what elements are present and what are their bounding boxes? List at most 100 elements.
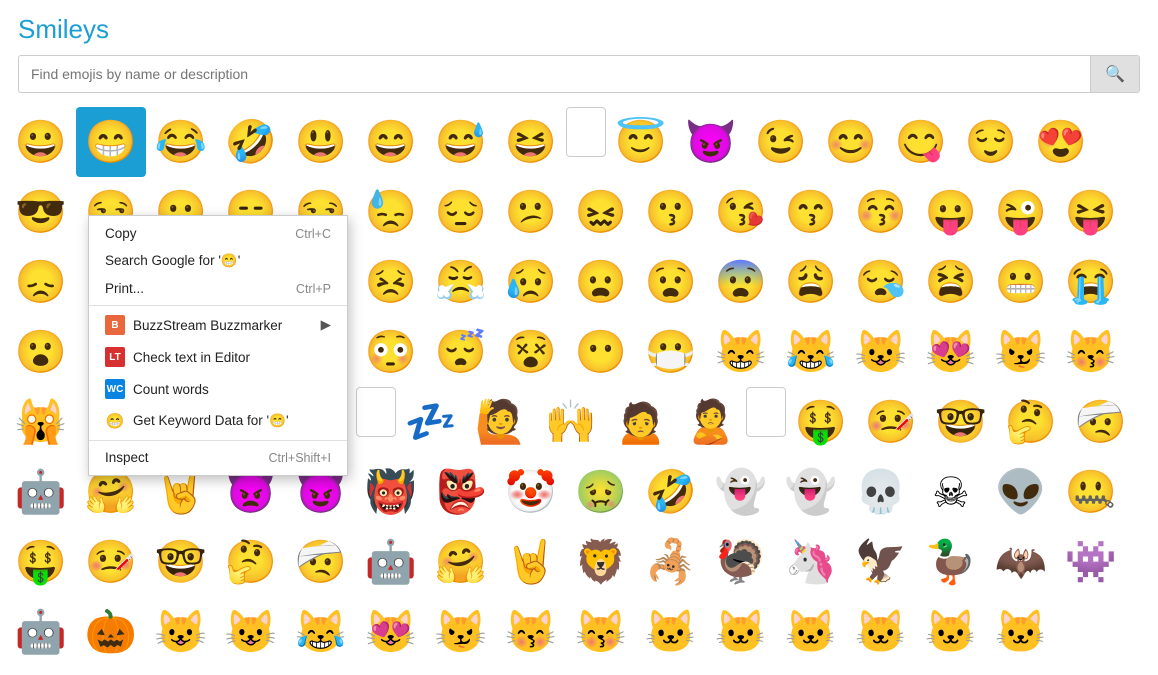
emoji-cell[interactable]: 😪 (846, 247, 916, 317)
emoji-cell[interactable]: 👺 (426, 457, 496, 527)
emoji-cell[interactable]: 😚 (846, 177, 916, 247)
emoji-cell[interactable]: 🤓 (146, 527, 216, 597)
emoji-cell[interactable]: 😨 (706, 247, 776, 317)
search-button[interactable]: 🔍 (1090, 56, 1139, 92)
emoji-cell[interactable]: 🤣 (216, 107, 286, 177)
emoji-cell[interactable]: 😕 (496, 177, 566, 247)
emoji-cell[interactable]: 😳 (356, 317, 426, 387)
cm-check-text[interactable]: LT Check text in Editor (89, 341, 347, 373)
emoji-cell[interactable]: 🤓 (926, 387, 996, 457)
emoji-cell[interactable]: 😴 (426, 317, 496, 387)
emoji-cell[interactable] (566, 107, 606, 157)
emoji-cell[interactable]: 🤔 (216, 527, 286, 597)
emoji-cell[interactable]: 🙍 (606, 387, 676, 457)
emoji-cell[interactable]: 🤒 (856, 387, 926, 457)
emoji-cell[interactable] (356, 387, 396, 437)
emoji-cell[interactable]: 👾 (1056, 527, 1126, 597)
emoji-cell[interactable]: 😺 (146, 597, 216, 667)
emoji-cell[interactable]: 😼 (426, 597, 496, 667)
emoji-cell[interactable]: 🤘 (496, 527, 566, 597)
emoji-cell[interactable]: 👻 (706, 457, 776, 527)
emoji-cell[interactable]: 💀 (846, 457, 916, 527)
emoji-cell[interactable]: 🦂 (636, 527, 706, 597)
emoji-cell[interactable]: 😶 (566, 317, 636, 387)
emoji-cell[interactable]: 🤕 (286, 527, 356, 597)
emoji-cell[interactable]: 😻 (916, 317, 986, 387)
emoji-cell[interactable]: 😽 (566, 597, 636, 667)
emoji-cell[interactable]: 😔 (426, 177, 496, 247)
cm-buzzmarker[interactable]: B BuzzStream Buzzmarker ▶ (89, 309, 347, 341)
emoji-cell[interactable]: 😛 (916, 177, 986, 247)
emoji-cell[interactable]: 🐱 (986, 597, 1056, 667)
emoji-cell[interactable]: 😽 (496, 597, 566, 667)
emoji-cell[interactable] (746, 387, 786, 437)
emoji-cell[interactable]: 😁 (76, 107, 146, 177)
emoji-cell[interactable]: 😆 (496, 107, 566, 177)
emoji-cell[interactable]: 🤣 (636, 457, 706, 527)
emoji-cell[interactable]: 😺 (846, 317, 916, 387)
search-input[interactable] (19, 58, 1090, 90)
emoji-cell[interactable]: 🎃 (76, 597, 146, 667)
cm-count-words[interactable]: WC Count words (89, 373, 347, 405)
emoji-cell[interactable]: 🦁 (566, 527, 636, 597)
emoji-cell[interactable]: 😥 (496, 247, 566, 317)
emoji-cell[interactable]: 🤑 (6, 527, 76, 597)
emoji-cell[interactable]: 😩 (776, 247, 846, 317)
emoji-cell[interactable]: 🤗 (426, 527, 496, 597)
emoji-cell[interactable]: 😹 (776, 317, 846, 387)
emoji-cell[interactable]: 🦃 (706, 527, 776, 597)
emoji-cell[interactable]: 🤡 (496, 457, 566, 527)
emoji-cell[interactable]: 🤐 (1056, 457, 1126, 527)
emoji-cell[interactable]: 🤖 (6, 457, 76, 527)
emoji-cell[interactable]: 😸 (706, 317, 776, 387)
emoji-cell[interactable]: 👻 (776, 457, 846, 527)
emoji-cell[interactable]: 🤒 (76, 527, 146, 597)
emoji-cell[interactable]: ☠ (916, 457, 986, 527)
emoji-cell[interactable]: 😊 (816, 107, 886, 177)
emoji-cell[interactable]: 😬 (986, 247, 1056, 317)
emoji-cell[interactable]: 👽 (986, 457, 1056, 527)
emoji-cell[interactable]: 😅 (426, 107, 496, 177)
emoji-cell[interactable]: 😋 (886, 107, 956, 177)
emoji-cell[interactable]: 😉 (746, 107, 816, 177)
emoji-cell[interactable]: 😜 (986, 177, 1056, 247)
emoji-cell[interactable]: 🙌 (536, 387, 606, 457)
emoji-cell[interactable]: 🙋 (466, 387, 536, 457)
emoji-cell[interactable]: 😵 (496, 317, 566, 387)
emoji-cell[interactable]: 😝 (1056, 177, 1126, 247)
emoji-cell[interactable]: 😖 (566, 177, 636, 247)
emoji-cell[interactable]: 😌 (956, 107, 1026, 177)
emoji-cell[interactable]: 😦 (566, 247, 636, 317)
emoji-cell[interactable]: 😻 (356, 597, 426, 667)
emoji-cell[interactable]: 🤖 (356, 527, 426, 597)
emoji-cell[interactable]: 🐱 (636, 597, 706, 667)
emoji-cell[interactable]: 😓 (356, 177, 426, 247)
emoji-cell[interactable]: 😂 (146, 107, 216, 177)
cm-keyword-data[interactable]: 😁 Get Keyword Data for '😁' (89, 405, 347, 437)
emoji-cell[interactable]: 🦆 (916, 527, 986, 597)
emoji-cell[interactable]: 😈 (676, 107, 746, 177)
emoji-cell[interactable]: 😼 (986, 317, 1056, 387)
emoji-cell[interactable]: 😽 (1056, 317, 1126, 387)
emoji-cell[interactable]: 😀 (6, 107, 76, 177)
cm-print[interactable]: Print... Ctrl+P (89, 275, 347, 302)
emoji-cell[interactable]: 😭 (1056, 247, 1126, 317)
emoji-cell[interactable]: 🐱 (846, 597, 916, 667)
cm-copy[interactable]: Copy Ctrl+C (89, 220, 347, 247)
emoji-cell[interactable]: 💤 (396, 387, 466, 457)
emoji-cell[interactable]: 🐱 (776, 597, 846, 667)
emoji-cell[interactable]: 😙 (776, 177, 846, 247)
emoji-cell[interactable]: 😹 (286, 597, 356, 667)
emoji-cell[interactable]: 🙎 (676, 387, 746, 457)
emoji-cell[interactable]: 😤 (426, 247, 496, 317)
cm-search-google[interactable]: Search Google for '😁' (89, 247, 347, 275)
emoji-cell[interactable]: 🐱 (706, 597, 776, 667)
emoji-cell[interactable]: 🦄 (776, 527, 846, 597)
emoji-cell[interactable]: 😎 (6, 177, 76, 247)
cm-inspect[interactable]: Inspect Ctrl+Shift+I (89, 444, 347, 471)
emoji-cell[interactable]: 🦇 (986, 527, 1056, 597)
emoji-cell[interactable]: 🤕 (1066, 387, 1136, 457)
emoji-cell[interactable]: 😺 (216, 597, 286, 667)
emoji-cell[interactable]: 🤢 (566, 457, 636, 527)
emoji-cell[interactable]: 😄 (356, 107, 426, 177)
